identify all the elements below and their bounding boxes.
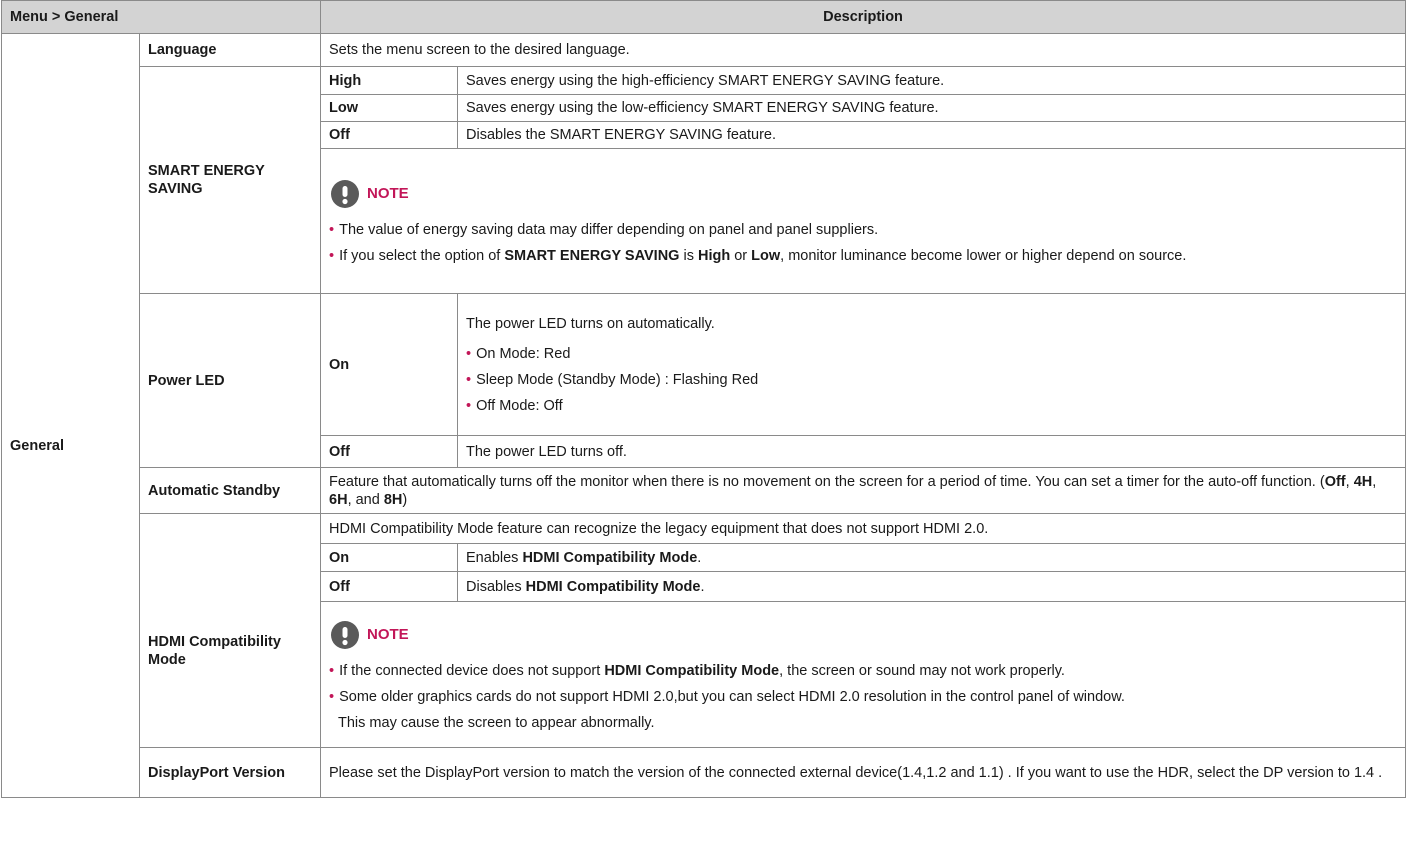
hdmi-option-off-desc: Disables HDMI Compatibility Mode. [457,571,1406,602]
item-energy-label: SMART ENERGY SAVING [138,66,322,294]
energy-option-high: High [320,66,459,95]
power-led-mode-2: • Sleep Mode (Standby Mode) : Flashing Re… [466,371,759,388]
item-standby-desc: Feature that automatically turns off the… [320,467,1406,514]
energy-note: NOTE • The value of energy saving data ma… [321,169,1405,273]
energy-note-item-2: • If you select the option of SMART ENERG… [329,248,1187,264]
hdmi-option-on-desc: Enables HDMI Compatibility Mode. [457,543,1406,572]
item-hdmi-label: HDMI Compatibility Mode [138,513,322,748]
power-led-off-desc: The power LED turns off. [457,435,1406,468]
item-language-desc: Sets the menu screen to the desired lang… [320,33,1406,67]
energy-note-cell: NOTE • The value of energy saving data ma… [320,148,1406,294]
hdmi-option-off: Off [320,571,459,602]
power-led-on-text: The power LED turns on automatically. [466,315,715,332]
hdmi-option-on: On [320,543,459,572]
header-menu: Menu > General [0,0,322,34]
energy-option-low: Low [320,94,459,122]
exclamation-icon [331,180,360,208]
hdmi-intro: HDMI Compatibility Mode feature can reco… [320,513,1406,544]
energy-note-item-1: • The value of energy saving data may dif… [329,222,879,238]
hdmi-note-item-3: This may cause the screen to appear abno… [338,714,655,731]
power-led-off: Off [320,435,459,468]
section-general: General [1,33,140,798]
power-led-mode-3: • Off Mode: Off [466,397,563,414]
energy-option-off-desc: Disables the SMART ENERGY SAVING feature… [457,121,1406,149]
exclamation-icon [331,620,360,649]
hdmi-note: NOTE • If the connected device does not s… [321,610,1405,740]
item-dp-label: DisplayPort Version [138,747,322,798]
item-power-led-label: Power LED [138,293,322,468]
hdmi-note-header: NOTE [329,618,1397,652]
item-language-label: Language [138,33,322,67]
item-standby-label: Automatic Standby [138,467,322,514]
header-description: Description [320,0,1406,34]
energy-option-off: Off [320,121,459,149]
power-led-mode-1: • On Mode: Red [466,345,571,362]
item-dp-desc: Please set the DisplayPort version to ma… [320,747,1406,798]
energy-option-high-desc: Saves energy using the high-efficiency S… [457,66,1406,95]
power-led-on: On [320,293,459,436]
hdmi-note-item-1: • If the connected device does not suppor… [329,662,1065,679]
hdmi-note-label: NOTE [367,625,409,643]
hdmi-note-item-2: • Some older graphics cards do not suppor… [329,688,1125,705]
energy-note-label: NOTE [367,185,409,202]
energy-note-header: NOTE [329,177,1397,211]
hdmi-note-cell: NOTE • If the connected device does not s… [320,601,1406,748]
energy-option-low-desc: Saves energy using the low-efficiency SM… [457,94,1406,122]
general-menu-table: Menu > General Description General Langu… [0,0,1406,798]
power-led-on-desc: The power LED turns on automatically. • O… [457,293,1406,436]
